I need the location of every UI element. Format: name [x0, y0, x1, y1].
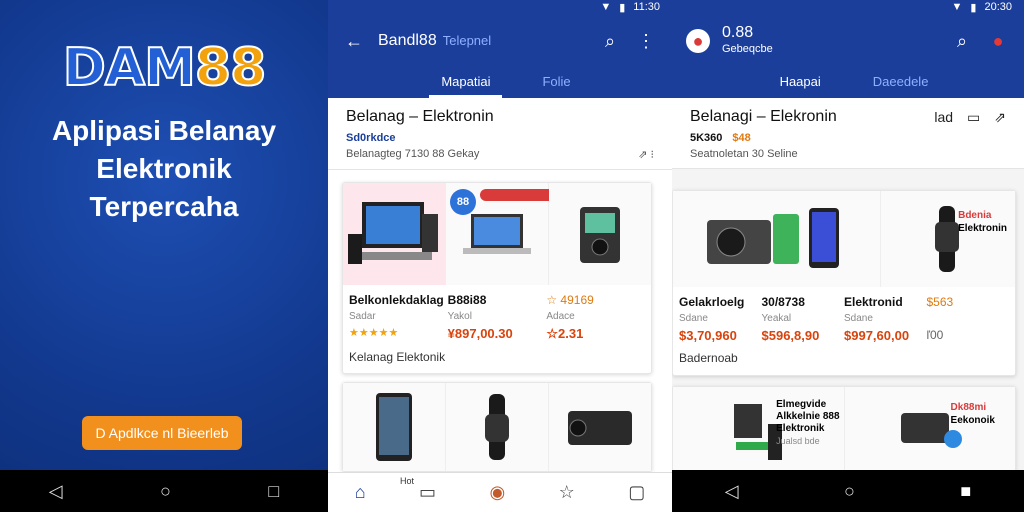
product-name: Gelakrloelg	[679, 295, 745, 309]
product-price: ☆2.31	[546, 326, 584, 341]
signal-icon: ▼	[951, 1, 963, 13]
seller-name: Sdane	[844, 313, 873, 324]
system-navbar: ◁ ○ □	[0, 470, 328, 512]
product-card[interactable]: Bdenia Elektronin Gelakrloelg 30/8738 El…	[672, 190, 1016, 376]
card-title: Bdenia	[958, 210, 992, 221]
status-bar: ▼ ▮ 11:30	[328, 0, 672, 14]
more-vert-icon[interactable]: ⋮	[634, 31, 658, 52]
card-subtitle: Elektronin	[958, 223, 1007, 234]
tab-second[interactable]: Daeedele	[873, 68, 929, 98]
product-price: $3,70,960	[679, 328, 737, 343]
section-header: Belanag – Elektronin Sd0rkdce Belanagteg…	[328, 98, 672, 170]
status-time: 11:30	[633, 1, 660, 13]
search-icon[interactable]: ⌕	[950, 31, 974, 52]
app-bar: ● 0.88 Gebeqcbe ⌕ ●	[672, 14, 1024, 68]
back-arrow-icon[interactable]: ←	[342, 31, 366, 52]
home-circle-icon[interactable]: ○	[160, 481, 171, 502]
location-pin-icon[interactable]: ●	[986, 31, 1010, 52]
phone-screen-2: ▼ ▮ 20:30 ● 0.88 Gebeqcbe ⌕ ● Haapai Dae…	[672, 0, 1024, 512]
download-button[interactable]: D Apdlkce nl Bieerleb	[82, 416, 242, 450]
chat-icon[interactable]: ▭	[967, 109, 980, 126]
tagline: Aplipasi Belanay Elektronik Terpercaha	[51, 115, 277, 222]
product-name: ☆ 49169	[546, 293, 594, 307]
promo-badge: 88	[450, 189, 476, 215]
account-icon[interactable]: ▢	[628, 482, 645, 503]
category-icon[interactable]: ▭	[419, 482, 436, 503]
seller-name: Sdane	[679, 313, 708, 324]
status-bar: ▼ ▮ 20:30	[672, 0, 1024, 14]
section-meta: Seatnoletan 30 Seline	[690, 148, 798, 160]
section-title: Belanag – Elektronin	[346, 108, 494, 125]
seller-name: Yakol	[447, 311, 472, 322]
tab-bar: Mapatiai Folie	[328, 68, 672, 98]
section-title: Belanagi – Elekronin lad ▭ ⇗	[690, 108, 1006, 126]
section-header: Belanagi – Elekronin lad ▭ ⇗ 5K360 $48 Se…	[672, 98, 1024, 169]
tab-bar: Haapai Daeedele	[672, 68, 1024, 98]
system-navbar: ◁ ○ ■	[672, 470, 1024, 512]
share-icon[interactable]: ⇗	[994, 109, 1006, 126]
section-subtitle: 5K360 $48	[690, 132, 751, 144]
home-icon[interactable]: ⌂	[355, 482, 366, 503]
product-image-watch[interactable]: Bdenia Elektronin	[880, 191, 1015, 287]
tab-second[interactable]: Folie	[542, 68, 570, 98]
phone-screen-1: ▼ ▮ 11:30 ← Bandl88 Telepnel ⌕ ⋮ Mapatiai…	[328, 0, 672, 512]
card-footer[interactable]: Kelanag Elektonik	[343, 344, 651, 370]
card-footer[interactable]: Badernoab	[673, 345, 1015, 371]
product-image-monitor[interactable]	[343, 183, 446, 285]
avatar[interactable]: ●	[686, 29, 710, 53]
home-circle-icon[interactable]: ○	[844, 481, 855, 502]
product-image-projector[interactable]: Dk88mi Eekonoik	[844, 387, 1015, 471]
rating-stars: ★★★★★	[349, 327, 399, 339]
product-image-laptop[interactable]: 88	[446, 183, 562, 285]
section-subtitle: Sd0rkdce	[346, 132, 396, 144]
product-price: $997,60,00	[844, 328, 910, 343]
status-time: 20:30	[984, 1, 1012, 13]
product-price: ľ00	[926, 328, 944, 342]
feed-icon[interactable]: ◉	[489, 482, 505, 503]
tag-icon[interactable]: lad	[934, 109, 953, 125]
app-bottom-nav: ⌂ ▭ ◉ ☆ ▢	[328, 472, 672, 512]
product-image-speaker-phone[interactable]	[673, 191, 881, 287]
product-image-gadgets[interactable]: Elmegvide Alkkelnie 888 Elektronik Juals…	[673, 387, 845, 471]
share-icon[interactable]: ⇗ ⁝	[638, 148, 654, 161]
promo-panel: DAM88 Aplipasi Belanay Elektronik Terper…	[0, 0, 328, 512]
brand-logo: DAM88	[62, 37, 268, 99]
seller-name: Yeakal	[761, 313, 792, 324]
app-bar: ← Bandl88 Telepnel ⌕ ⋮	[328, 14, 672, 68]
seller-name	[927, 313, 1010, 324]
app-title: Bandl88 Telepnel	[378, 32, 492, 49]
app-title: 0.88 Gebeqcbe	[722, 24, 773, 56]
signal-icon: ▼	[600, 1, 612, 13]
product-card[interactable]: 88 Belkonlekdaklag B88i88 ☆ 49169 Sadar …	[342, 182, 652, 374]
product-image-projector[interactable]	[549, 383, 651, 471]
product-card-2[interactable]	[342, 382, 652, 472]
product-name: 30/8738	[761, 295, 805, 309]
product-price: ¥897,00.30	[447, 326, 513, 341]
product-name: B88i88	[447, 293, 487, 307]
product-card-2[interactable]: Elmegvide Alkkelnie 888 Elektronik Juals…	[672, 386, 1016, 472]
recents-square-icon[interactable]: ■	[960, 481, 971, 502]
nav-label: Hot	[400, 476, 415, 486]
seller-name: Adace	[546, 311, 575, 322]
battery-icon: ▮	[970, 1, 977, 14]
product-name: Elektronid	[844, 295, 903, 309]
recents-square-icon[interactable]: □	[268, 481, 279, 502]
product-image-phone[interactable]	[343, 383, 446, 471]
seller-name: Sadar	[349, 311, 376, 322]
battery-icon: ▮	[619, 1, 626, 14]
back-triangle-icon[interactable]: ◁	[49, 481, 63, 502]
product-name: $563	[926, 295, 954, 309]
search-icon[interactable]: ⌕	[598, 31, 622, 52]
back-triangle-icon[interactable]: ◁	[725, 481, 739, 502]
favorites-icon[interactable]: ☆	[559, 482, 575, 503]
product-image-radio[interactable]	[549, 183, 651, 285]
section-meta: Belanagteg 7130 88 Gekay ⇗ ⁝	[346, 148, 654, 161]
product-price: $596,8,90	[761, 328, 820, 343]
product-image-watch[interactable]	[446, 383, 549, 471]
tab-main[interactable]: Haapai	[768, 68, 833, 98]
tab-main[interactable]: Mapatiai	[429, 68, 503, 98]
product-name: Belkonlekdaklag	[349, 293, 444, 307]
